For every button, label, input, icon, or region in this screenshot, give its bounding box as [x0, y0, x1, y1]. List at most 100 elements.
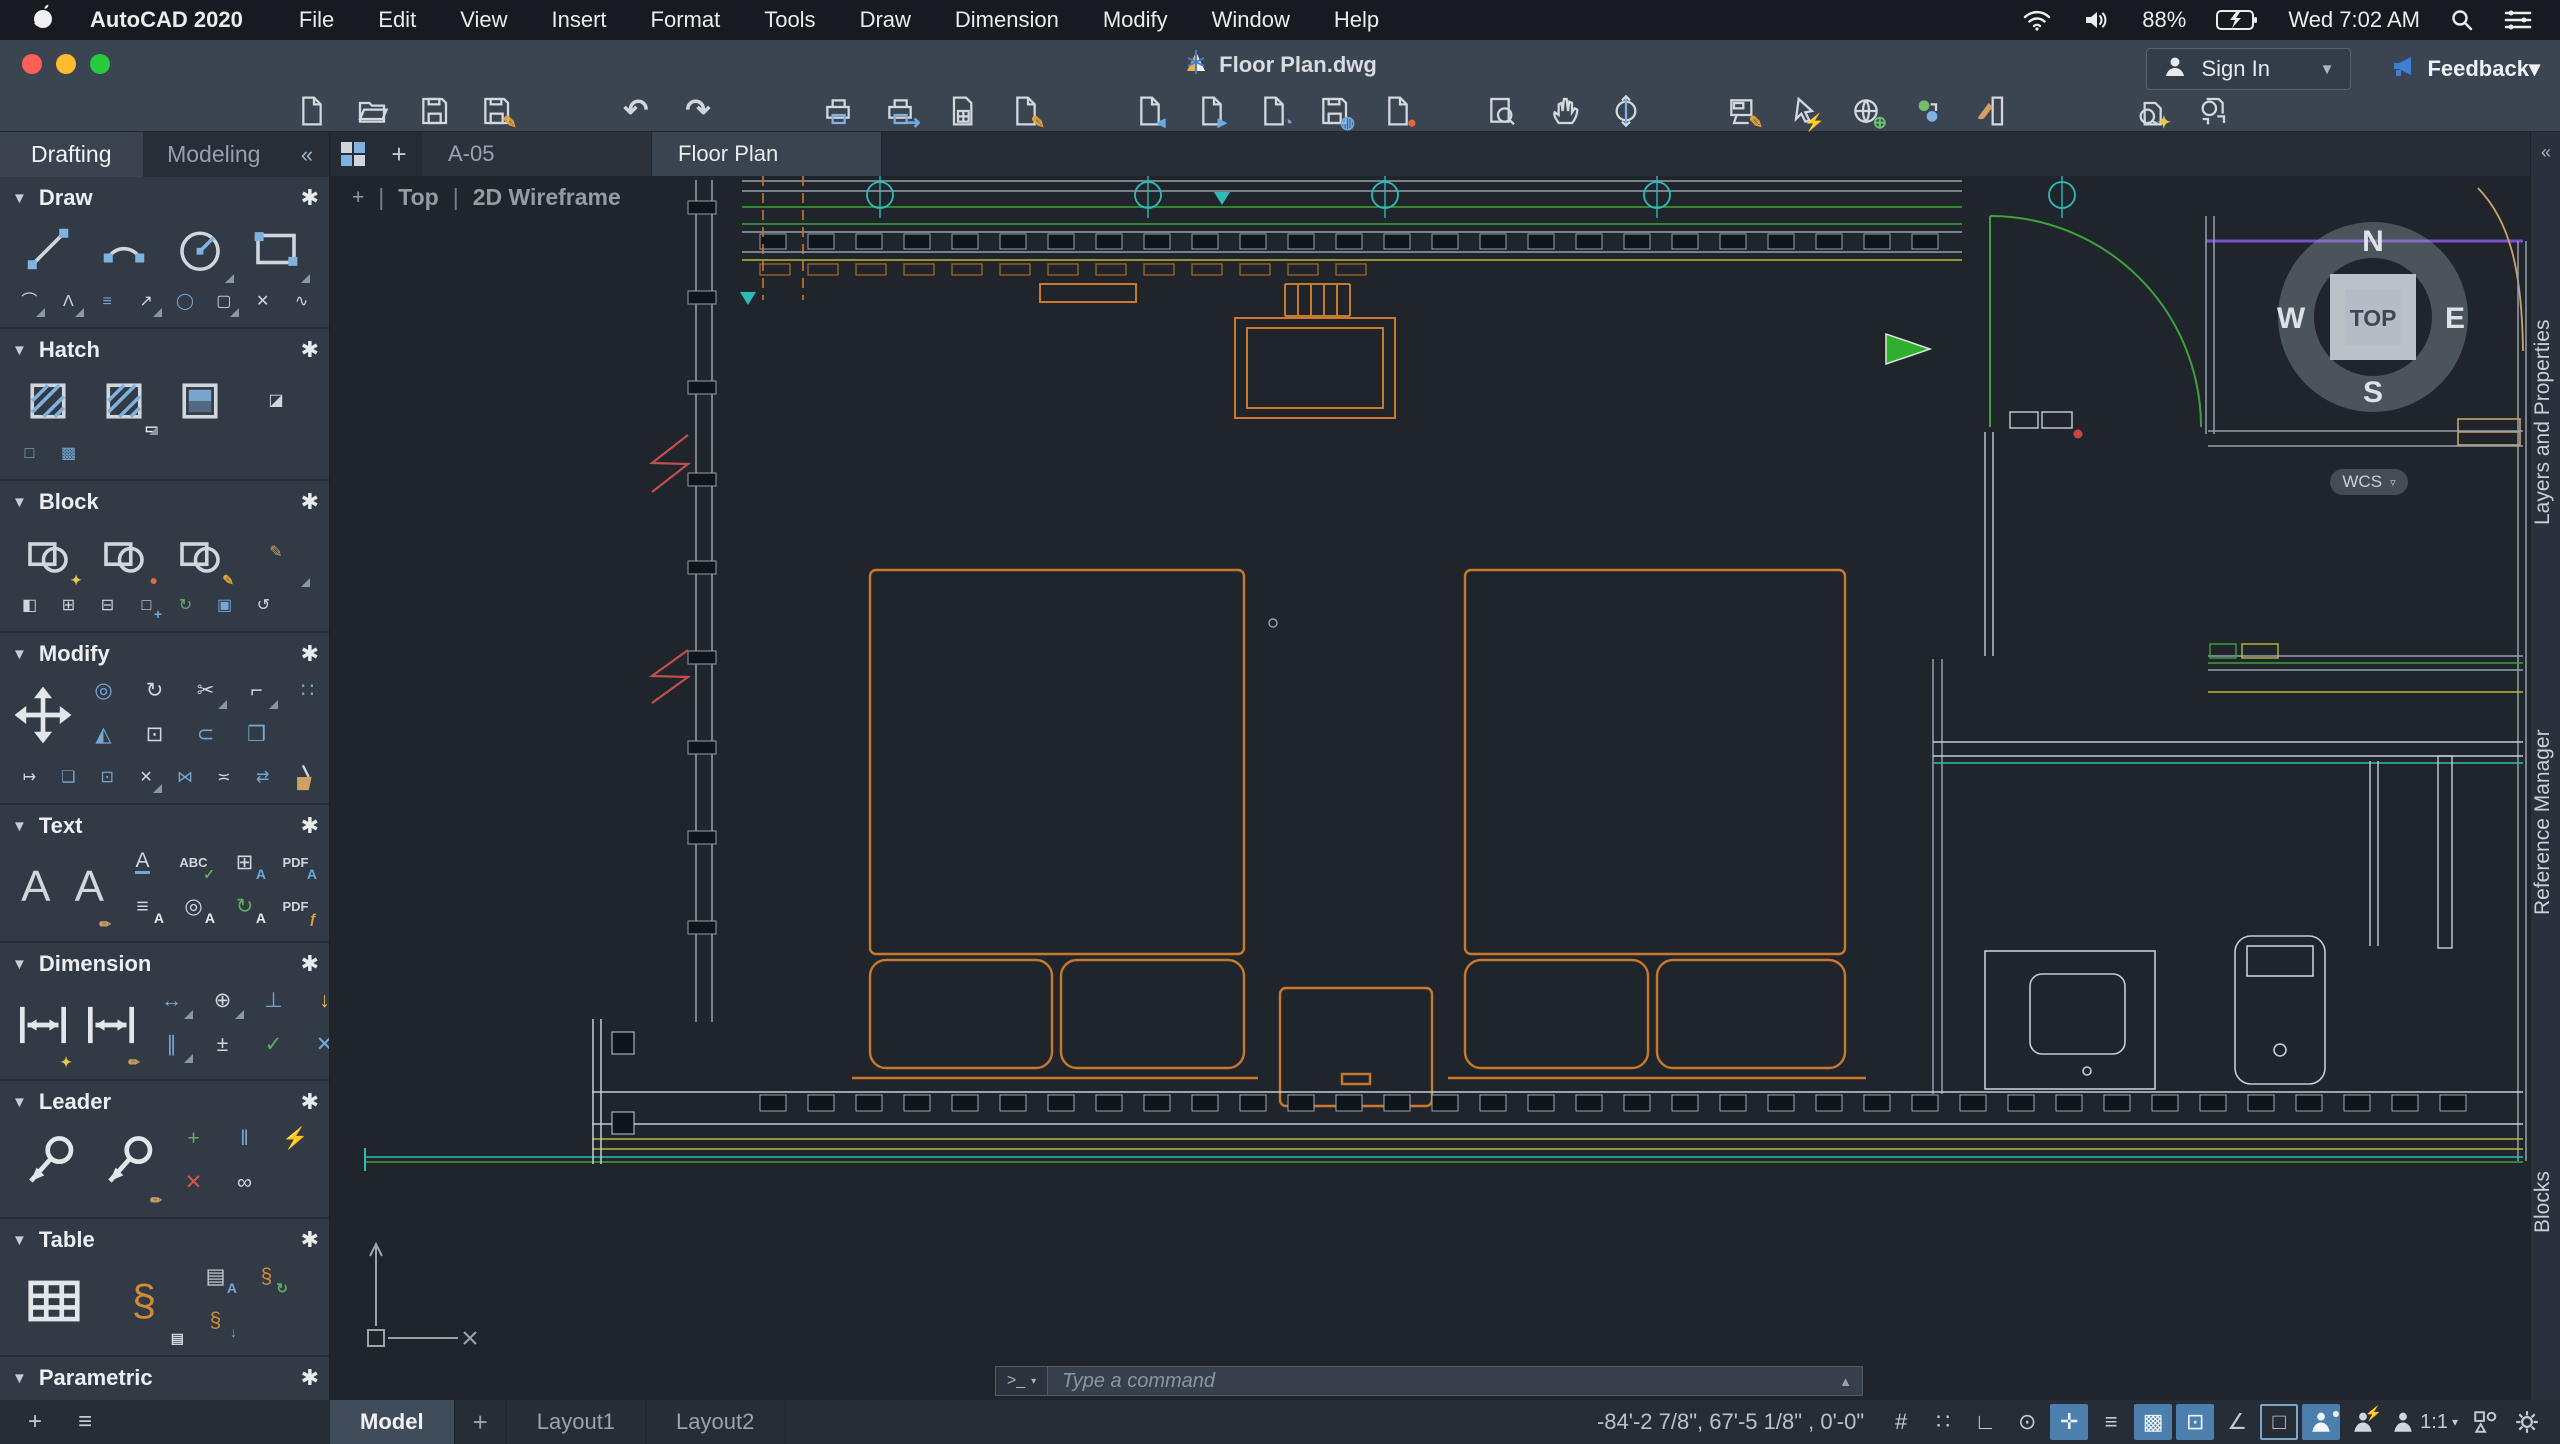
- remove-leader-tool[interactable]: ✕: [170, 1161, 217, 1203]
- find-text-tool[interactable]: ◎ A: [170, 885, 217, 927]
- orbit-button[interactable]: [1604, 91, 1648, 131]
- copy-tool[interactable]: ◎: [80, 669, 127, 711]
- section-header-parametric[interactable]: ▼ Parametric ✱: [12, 1363, 319, 1393]
- insert-block-tool[interactable]: ✦: [12, 517, 84, 589]
- annotation-visibility-toggle[interactable]: ●: [2302, 1404, 2341, 1440]
- vertical-constraint-tool[interactable]: ❘: [12, 1393, 59, 1400]
- snap-mode-toggle[interactable]: ∷: [1924, 1404, 1962, 1440]
- line-tool[interactable]: [12, 213, 84, 285]
- text-style-tool[interactable]: A ✏: [66, 841, 114, 933]
- layout-grid-icon[interactable]: [330, 132, 376, 176]
- geolocation-button[interactable]: ⊕: [1844, 91, 1888, 131]
- save-as-button[interactable]: ✎: [474, 91, 518, 131]
- new-layout-button[interactable]: +: [455, 1400, 507, 1444]
- content-search-button[interactable]: [2190, 91, 2234, 131]
- menu-item-file[interactable]: File: [299, 7, 334, 33]
- section-gear-icon[interactable]: ✱: [301, 337, 319, 363]
- wcs-selector[interactable]: WCS ▿: [2330, 469, 2408, 495]
- align-leaders-tool[interactable]: ‖: [221, 1117, 268, 1159]
- section-header-leader[interactable]: ▼ Leader ✱: [12, 1087, 319, 1117]
- spotlight-search-icon[interactable]: [2450, 8, 2474, 32]
- menu-app-name[interactable]: AutoCAD 2020: [90, 7, 243, 33]
- ordinate-dimension-tool[interactable]: ⊥: [250, 979, 297, 1021]
- control-center-icon[interactable]: [2504, 9, 2532, 31]
- circle-tool[interactable]: [164, 213, 236, 285]
- menu-item-tools[interactable]: Tools: [764, 7, 815, 33]
- menu-item-format[interactable]: Format: [651, 7, 721, 33]
- drawing-compare-button[interactable]: ●: [1374, 91, 1418, 131]
- convert-block-tool[interactable]: ↺: [246, 589, 281, 623]
- update-table-data-tool[interactable]: § ↻: [243, 1255, 290, 1297]
- measure-tool[interactable]: ↗: [129, 285, 164, 319]
- customization-toggle[interactable]: [2508, 1404, 2546, 1440]
- plot-button[interactable]: [816, 91, 860, 131]
- text-update-tool[interactable]: ↻ A: [221, 885, 268, 927]
- palette-collapse-button[interactable]: «: [285, 132, 329, 177]
- hatch-boundary-tool[interactable]: □: [12, 437, 47, 471]
- multiline-text-tool[interactable]: A: [12, 841, 60, 933]
- tab-modeling[interactable]: Modeling: [143, 132, 286, 177]
- viewport-view-control[interactable]: Top: [398, 184, 438, 211]
- linear-dimension-tool[interactable]: ↔: [148, 979, 195, 1021]
- smart-dimension-tool[interactable]: ✦: [12, 979, 74, 1071]
- menu-item-modify[interactable]: Modify: [1103, 7, 1168, 33]
- section-gear-icon[interactable]: ✱: [301, 1365, 319, 1391]
- viewport-controls[interactable]: + | Top | 2D Wireframe: [352, 184, 621, 211]
- auto-constrain-tool[interactable]: ¬⚡: [63, 1393, 110, 1400]
- volume-icon[interactable]: [2082, 8, 2112, 32]
- stretch-tool[interactable]: ↦: [12, 761, 47, 795]
- pdf-text-settings-tool[interactable]: PDF ƒ: [272, 885, 319, 927]
- object-snap-toggle[interactable]: ✛: [2050, 1404, 2089, 1440]
- grid-display-toggle[interactable]: #: [1882, 1404, 1920, 1440]
- pan-button[interactable]: [1542, 91, 1586, 131]
- arc-segment-tool[interactable]: ⌒: [12, 285, 47, 319]
- text-align-tool[interactable]: ≡ A: [119, 885, 166, 927]
- etransmit-button[interactable]: ◍: [1312, 91, 1356, 131]
- new-drawing-tab-button[interactable]: +: [376, 132, 422, 176]
- redo-button[interactable]: ↷: [676, 91, 720, 131]
- add-leader-tool[interactable]: +: [170, 1117, 217, 1159]
- section-gear-icon[interactable]: ✱: [301, 489, 319, 515]
- drawing-tab-a05[interactable]: A-05: [422, 132, 652, 176]
- multileader-tool[interactable]: [12, 1117, 85, 1209]
- revision-cloud-tool[interactable]: ▢: [206, 285, 241, 319]
- ortho-mode-toggle[interactable]: ∟: [1966, 1404, 2004, 1440]
- multiline-tool[interactable]: ≡: [90, 285, 125, 319]
- copy-base-tool[interactable]: ❏: [51, 761, 86, 795]
- battery-icon[interactable]: [2216, 9, 2258, 31]
- model-space-canvas[interactable]: + | Top | 2D Wireframe TOP N S W E WCS ▿: [330, 176, 2530, 1400]
- quick-select-button[interactable]: ⚡: [1782, 91, 1826, 131]
- multileader-style-tool[interactable]: ✏: [91, 1117, 164, 1209]
- section-header-modify[interactable]: ▼ Modify ✱: [12, 639, 319, 669]
- radial-parameter-tool[interactable]: ↻: [216, 1393, 263, 1400]
- join-tool[interactable]: ⋈: [168, 761, 203, 795]
- sidebar-tab-blocks[interactable]: Blocks: [2531, 1142, 2560, 1262]
- menu-item-dimension[interactable]: Dimension: [955, 7, 1059, 33]
- batch-plot-button[interactable]: ➜: [878, 91, 922, 131]
- break-tool[interactable]: ✕: [245, 285, 280, 319]
- import-file-button[interactable]: ◄: [1126, 91, 1170, 131]
- section-header-draw[interactable]: ▼ Draw ✱: [12, 183, 319, 213]
- tab-drafting[interactable]: Drafting: [0, 132, 143, 177]
- edit-hatch-tool[interactable]: ▭: [88, 365, 160, 437]
- feedback-button[interactable]: Feedback▾: [2391, 54, 2540, 84]
- dimension-check-tool[interactable]: ✓: [250, 1023, 297, 1065]
- fillet-tool[interactable]: ⌐: [233, 669, 280, 711]
- explode-tool[interactable]: ❒: [233, 713, 280, 755]
- command-history-expand[interactable]: ▲: [1839, 1374, 1862, 1389]
- polar-tracking-toggle[interactable]: ⊙: [2008, 1404, 2046, 1440]
- selection-cycling-toggle[interactable]: ⊡: [2176, 1404, 2215, 1440]
- palette-add-button[interactable]: +: [28, 1408, 42, 1436]
- define-attributes-tool[interactable]: ✎: [240, 517, 312, 589]
- section-gear-icon[interactable]: ✱: [301, 1089, 319, 1115]
- menu-item-help[interactable]: Help: [1334, 7, 1379, 33]
- attribute-tag-tool[interactable]: ◧: [12, 589, 47, 623]
- section-header-table[interactable]: ▼ Table ✱: [12, 1225, 319, 1255]
- sync-attributes-tool[interactable]: ↻: [168, 589, 203, 623]
- viewcube[interactable]: TOP N S W E: [2273, 217, 2473, 417]
- dimension-style-tool[interactable]: ✏: [80, 979, 142, 1071]
- purge-tool[interactable]: [284, 761, 319, 795]
- menu-item-insert[interactable]: Insert: [551, 7, 606, 33]
- wifi-icon[interactable]: [2022, 8, 2052, 32]
- new-drawing-button[interactable]: [288, 91, 332, 131]
